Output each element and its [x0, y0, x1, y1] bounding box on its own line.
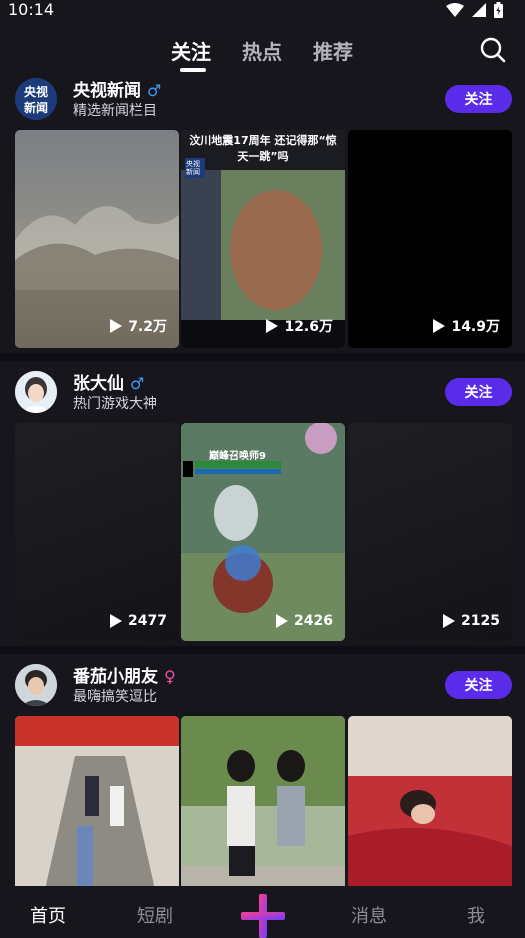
view-count-text: 2426 [294, 613, 333, 629]
video-thumbnail[interactable]: 巅峰召唤师9 2426 [181, 423, 345, 641]
avatar[interactable] [15, 664, 57, 706]
following-feed: 央视 新闻 央视新闻 ♂ 精选新闻栏目 关注 7.2万 汶川地震17周年 还记得… [0, 78, 525, 886]
play-icon [110, 614, 123, 628]
play-icon [433, 319, 446, 333]
cctv-news-logo: 央视 新闻 [15, 78, 57, 120]
view-count-text: 2125 [461, 613, 500, 629]
nav-short-drama[interactable]: 短剧 [137, 902, 173, 928]
status-icons [446, 2, 503, 18]
view-count-text: 7.2万 [128, 319, 167, 335]
male-gender-icon: ♂ [147, 81, 162, 100]
creator-bio: 最嗨搞笑逗比 [73, 689, 157, 705]
creator-bio: 热门游戏大神 [73, 396, 157, 412]
follow-button[interactable]: 关注 [445, 85, 512, 113]
creator-name[interactable]: 番茄小朋友 ♀ [73, 662, 176, 687]
play-icon [110, 319, 123, 333]
creator-avatar-image [15, 664, 57, 706]
avatar[interactable]: 央视 新闻 [15, 78, 57, 120]
creator-bio: 精选新闻栏目 [73, 103, 157, 119]
bedroom-image [348, 716, 512, 886]
view-count: 14.9万 [433, 316, 500, 336]
nav-messages[interactable]: 消息 [351, 902, 387, 928]
video-thumbnail[interactable]: 汶川地震17周年 还记得那“惊天一跳”吗 央视新闻 12.6万 [181, 130, 345, 348]
creator-name[interactable]: 张大仙 ♂ [73, 369, 144, 394]
creator-name-text: 番茄小朋友 [73, 667, 158, 687]
tab-recommended[interactable]: 推荐 [313, 36, 353, 65]
view-count-text: 14.9万 [451, 319, 500, 335]
tab-following[interactable]: 关注 [171, 36, 211, 65]
view-count: 12.6万 [266, 316, 333, 336]
status-bar: 10:14 [0, 0, 525, 22]
active-tab-indicator [180, 68, 206, 72]
female-gender-icon: ♀ [164, 667, 176, 686]
view-count: 7.2万 [110, 316, 167, 336]
creator-name[interactable]: 央视新闻 ♂ [73, 78, 161, 101]
svg-text:央视: 央视 [24, 84, 48, 99]
creator-avatar-image [15, 371, 57, 413]
wifi-icon [446, 3, 464, 17]
video-row: 2477 巅峰召唤师9 2426 2125 [15, 423, 512, 641]
top-tab-bar: 关注 热点 推荐 [0, 30, 525, 78]
signal-icon [472, 3, 486, 17]
male-gender-icon: ♂ [130, 374, 145, 393]
battery-icon [494, 2, 503, 18]
search-icon[interactable] [479, 36, 507, 64]
video-row: 7.2万 汶川地震17周年 还记得那“惊天一跳”吗 央视新闻 12.6万 14.… [15, 130, 512, 348]
nav-home[interactable]: 首页 [30, 902, 66, 928]
video-thumbnail[interactable] [181, 716, 345, 886]
plus-icon[interactable] [241, 894, 285, 938]
girls-street-image [181, 716, 345, 886]
play-icon [443, 614, 456, 628]
view-count: 2426 [276, 613, 333, 629]
video-thumbnail[interactable]: 2125 [348, 423, 512, 641]
view-count: 2477 [110, 613, 167, 629]
follow-button[interactable]: 关注 [445, 671, 512, 699]
video-thumbnail[interactable]: 14.9万 [348, 130, 512, 348]
view-count-text: 12.6万 [284, 319, 333, 335]
bottom-nav: 首页 短剧 消息 我 [0, 886, 525, 938]
escalator-image [15, 716, 179, 886]
card-divider [0, 646, 525, 654]
play-icon [276, 614, 289, 628]
view-count: 2125 [443, 613, 500, 629]
card-divider [0, 353, 525, 361]
svg-text:新闻: 新闻 [24, 100, 48, 115]
follow-button[interactable]: 关注 [445, 378, 512, 406]
tab-trending[interactable]: 热点 [242, 36, 282, 65]
video-thumbnail[interactable]: 2477 [15, 423, 179, 641]
nav-me[interactable]: 我 [467, 902, 485, 928]
avatar[interactable] [15, 371, 57, 413]
view-count-text: 2477 [128, 613, 167, 629]
video-thumbnail[interactable] [348, 716, 512, 886]
game-player-tag: 巅峰召唤师9 [209, 451, 266, 462]
video-overlay-title: 汶川地震17周年 还记得那“惊天一跳”吗 [189, 134, 337, 163]
creator-name-text: 张大仙 [73, 374, 124, 394]
play-icon [266, 319, 279, 333]
video-thumbnail[interactable] [15, 716, 179, 886]
status-time: 10:14 [8, 0, 55, 19]
creator-name-text: 央视新闻 [73, 81, 141, 101]
video-row [15, 716, 512, 886]
video-thumbnail[interactable]: 7.2万 [15, 130, 179, 348]
news-badge: 央视新闻 [186, 160, 200, 176]
